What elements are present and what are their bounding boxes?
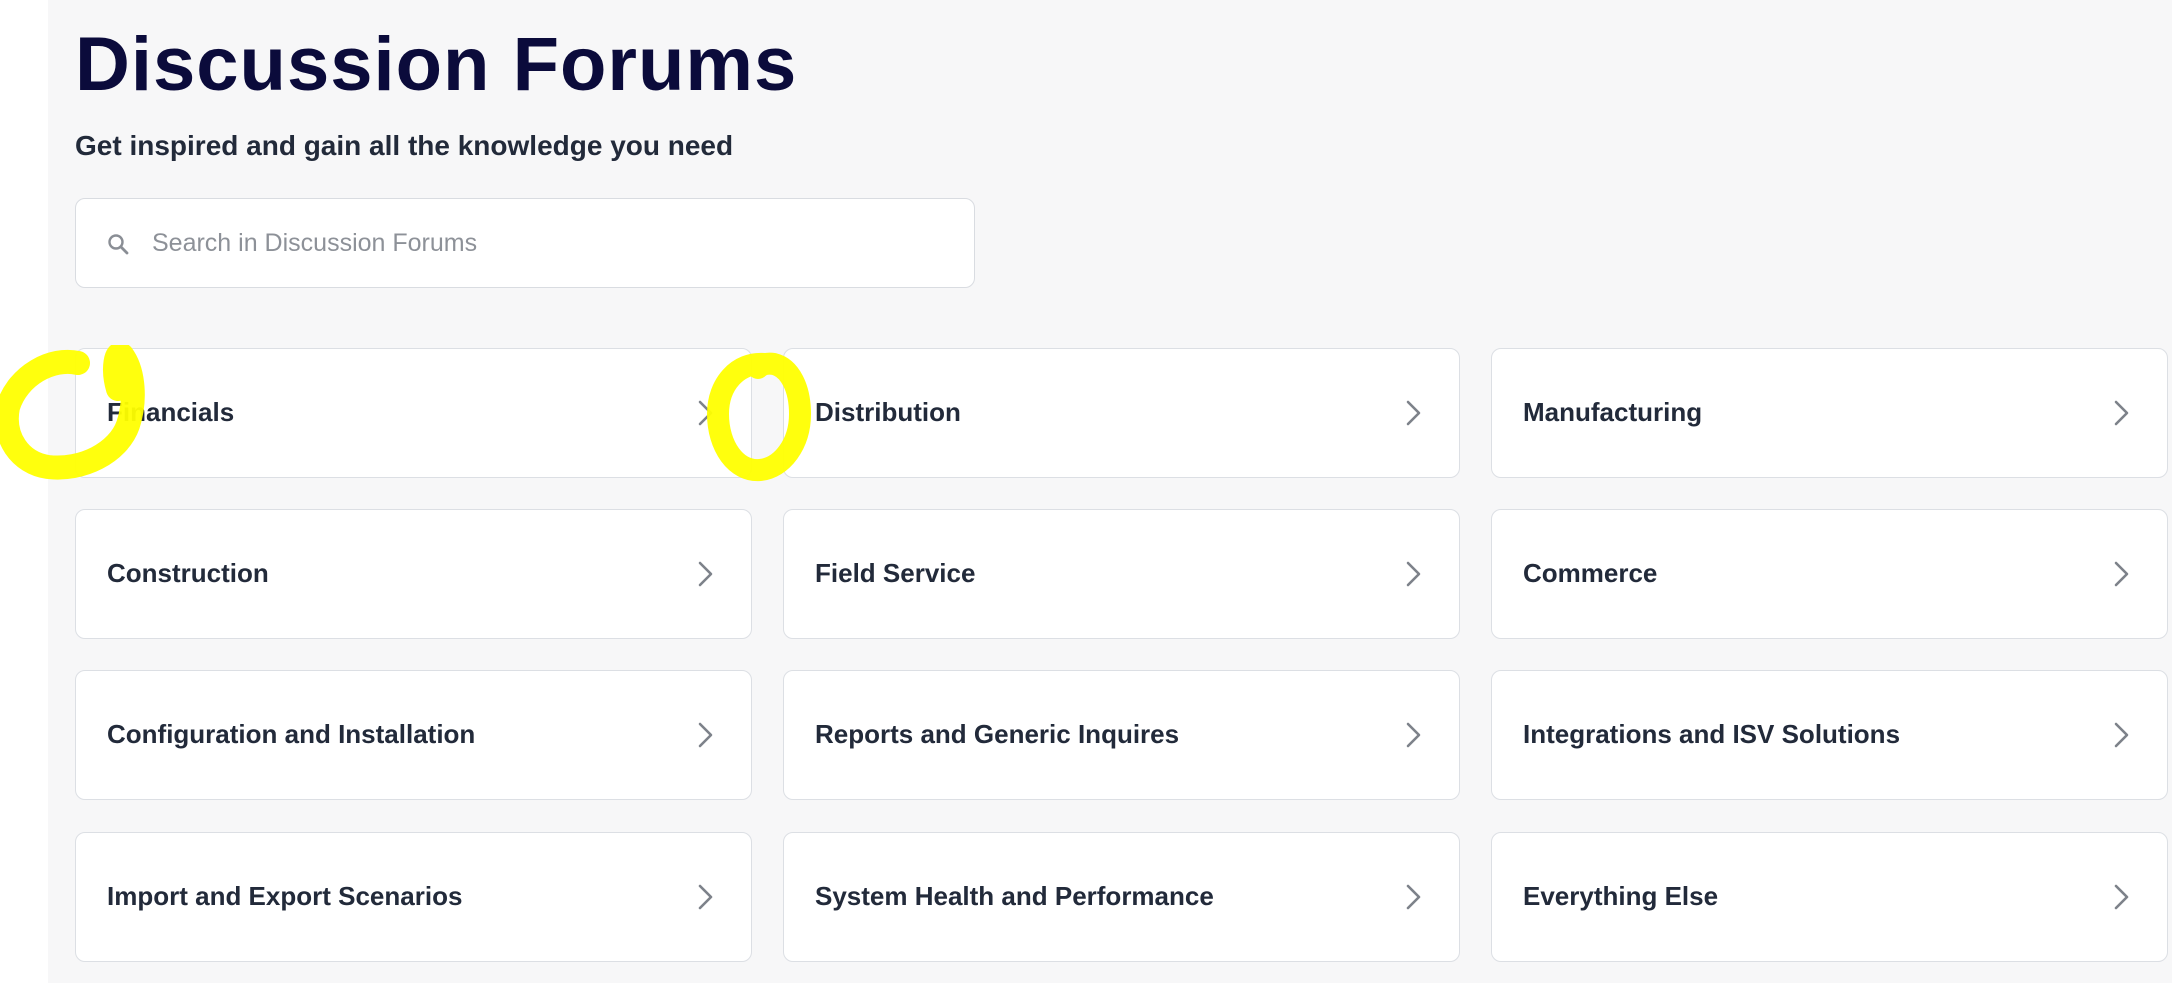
category-card-field-service[interactable]: Field Service (783, 509, 1460, 639)
category-label: Configuration and Installation (107, 719, 476, 749)
category-card-configuration-installation[interactable]: Configuration and Installation (75, 670, 752, 800)
category-card-construction[interactable]: Construction (75, 509, 752, 639)
chevron-right-icon (1405, 560, 1423, 588)
category-card-manufacturing[interactable]: Manufacturing (1491, 348, 2168, 478)
category-card-everything-else[interactable]: Everything Else (1491, 832, 2168, 962)
category-card-distribution[interactable]: Distribution (783, 348, 1460, 478)
search-icon (106, 232, 130, 256)
category-label: Commerce (1523, 558, 1658, 588)
chevron-right-icon (697, 883, 715, 911)
category-label: Integrations and ISV Solutions (1523, 719, 1901, 749)
page-subtitle: Get inspired and gain all the knowledge … (75, 130, 734, 161)
category-label: Everything Else (1523, 881, 1719, 911)
chevron-right-icon (697, 399, 715, 427)
chevron-right-icon (697, 721, 715, 749)
category-card-import-export[interactable]: Import and Export Scenarios (75, 832, 752, 962)
chevron-right-icon (1405, 399, 1423, 427)
category-label: Distribution (815, 397, 961, 427)
chevron-right-icon (2113, 721, 2131, 749)
search-box[interactable] (75, 198, 975, 288)
category-label: Financials (107, 397, 235, 427)
category-label: Manufacturing (1523, 397, 1703, 427)
chevron-right-icon (2113, 399, 2131, 427)
category-label: Construction (107, 558, 269, 588)
category-card-system-health[interactable]: System Health and Performance (783, 832, 1460, 962)
category-label: Import and Export Scenarios (107, 881, 463, 911)
category-label: Field Service (815, 558, 976, 588)
category-label: Reports and Generic Inquires (815, 719, 1180, 749)
chevron-right-icon (2113, 560, 2131, 588)
page-title: Discussion Forums (75, 22, 798, 107)
chevron-right-icon (2113, 883, 2131, 911)
category-label: System Health and Performance (815, 881, 1214, 911)
chevron-right-icon (1405, 883, 1423, 911)
category-card-reports-generic-inquires[interactable]: Reports and Generic Inquires (783, 670, 1460, 800)
chevron-right-icon (697, 560, 715, 588)
category-card-integrations-isv[interactable]: Integrations and ISV Solutions (1491, 670, 2168, 800)
category-card-financials[interactable]: Financials (75, 348, 752, 478)
category-card-commerce[interactable]: Commerce (1491, 509, 2168, 639)
search-input[interactable] (152, 199, 952, 287)
chevron-right-icon (1405, 721, 1423, 749)
